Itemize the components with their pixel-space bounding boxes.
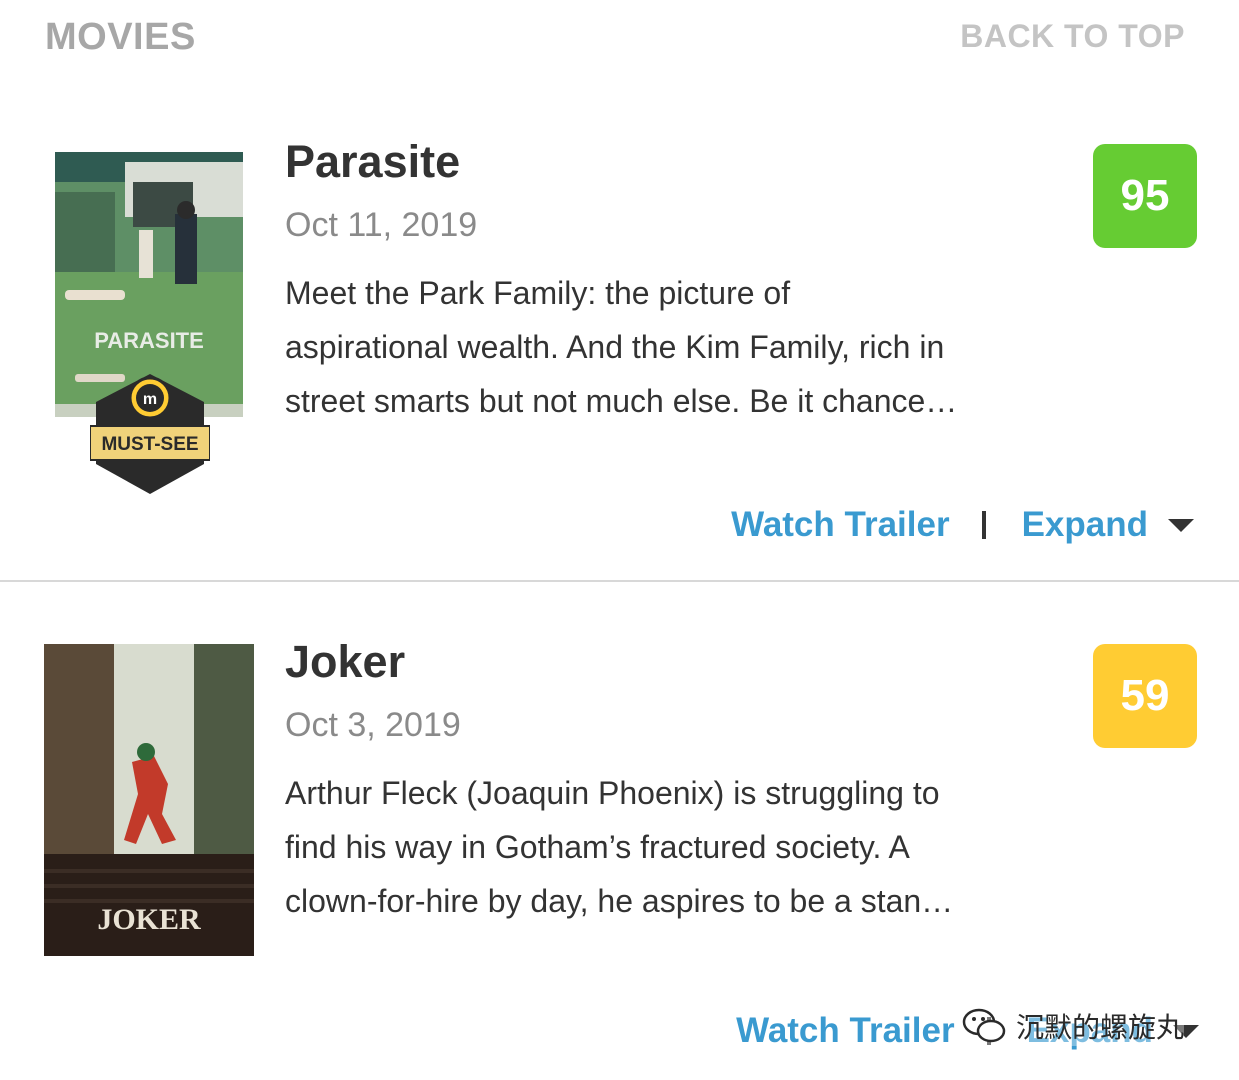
summary-line: clown-for-hire by day, he aspires to be …	[285, 883, 954, 919]
section-header: MOVIES BACK TO TOP	[0, 0, 1239, 80]
summary-line: Arthur Fleck (Joaquin Phoenix) is strugg…	[285, 775, 940, 811]
movie-actions: Watch Trailer Expand	[731, 500, 1194, 550]
release-date: Oct 11, 2019	[285, 206, 478, 244]
must-see-label: MUST-SEE	[101, 434, 198, 455]
watermark: 沉默的螺旋丸	[962, 1006, 1185, 1046]
watermark-text: 沉默的螺旋丸	[1016, 1012, 1185, 1043]
movie-summary: Meet the Park Family: the picture of asp…	[285, 266, 1075, 428]
movie-card-parasite: PARASITE m MUST-SEE Parasite Oct 11, 201…	[0, 120, 1239, 580]
watch-trailer-link[interactable]: Watch Trailer	[736, 1011, 955, 1051]
action-separator	[981, 511, 986, 539]
movie-title[interactable]: Parasite	[285, 136, 460, 188]
wechat-icon	[962, 1008, 1006, 1043]
back-to-top-link[interactable]: BACK TO TOP	[960, 18, 1185, 55]
summary-line: street smarts but not much else. Be it c…	[285, 383, 958, 419]
metascore-badge: 59	[1093, 644, 1197, 748]
joker-poster-art: JOKER	[44, 644, 254, 956]
summary-line: Meet the Park Family: the picture of	[285, 275, 791, 311]
metacritic-m-icon: m	[143, 391, 157, 408]
joker-poster-title: JOKER	[97, 903, 201, 936]
movie-title[interactable]: Joker	[285, 636, 405, 688]
movie-summary: Arthur Fleck (Joaquin Phoenix) is strugg…	[285, 766, 1075, 928]
expand-link[interactable]: Expand	[1022, 505, 1148, 545]
parasite-poster-title: PARASITE	[94, 328, 204, 353]
section-title: MOVIES	[45, 16, 196, 58]
metascore-badge: 95	[1093, 144, 1197, 248]
chevron-down-icon[interactable]	[1168, 518, 1194, 532]
must-see-badge: m MUST-SEE	[90, 374, 210, 494]
divider	[0, 580, 1239, 582]
summary-line: aspirational wealth. And the Kim Family,…	[285, 329, 945, 365]
movie-poster-joker[interactable]: JOKER	[44, 644, 254, 956]
watch-trailer-link[interactable]: Watch Trailer	[731, 505, 950, 545]
summary-line: find his way in Gotham’s fractured socie…	[285, 829, 910, 865]
release-date: Oct 3, 2019	[285, 706, 461, 744]
